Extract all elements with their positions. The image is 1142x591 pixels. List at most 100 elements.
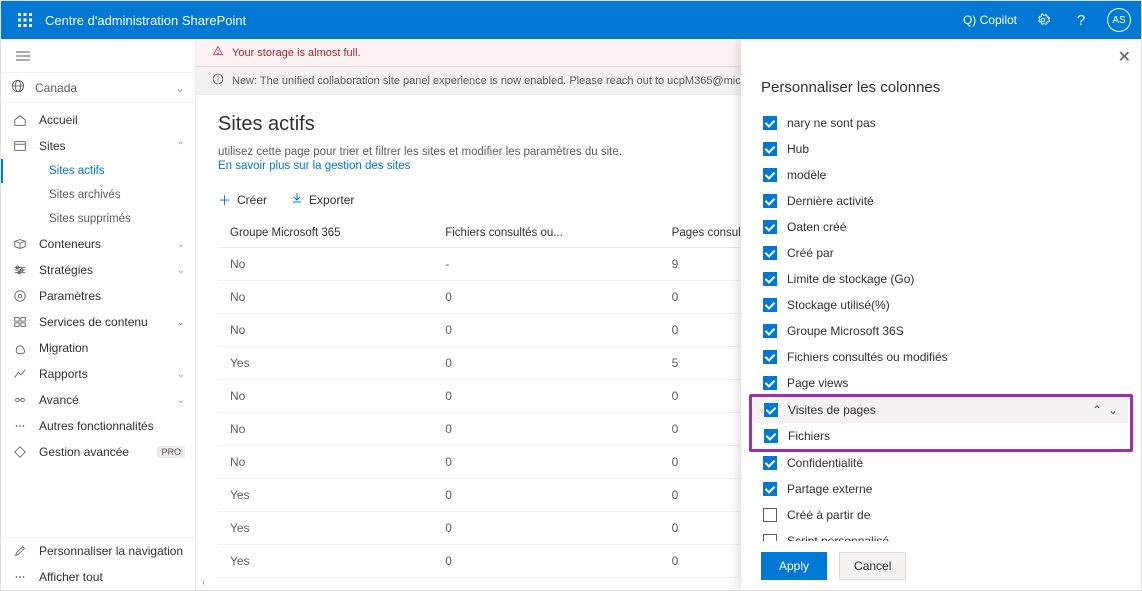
sidebar-item-avancé[interactable]: Avancé ⌄	[1, 387, 195, 413]
help-icon[interactable]: ?	[1069, 8, 1093, 32]
column-option[interactable]: Hub ⌃ ⌄	[761, 136, 1121, 162]
scroll-left-icon[interactable]: ‹	[202, 577, 205, 588]
sidebar-item-sites[interactable]: Sites ⌃	[1, 133, 195, 159]
chevron-down-icon: ⌄	[177, 395, 185, 406]
checkbox[interactable]	[763, 246, 777, 260]
checkbox[interactable]	[763, 508, 777, 522]
table-cell: -	[433, 248, 659, 281]
column-option[interactable]: modèle ⌃ ⌄	[761, 162, 1121, 188]
checkbox[interactable]	[763, 220, 777, 234]
column-label: Créé par	[787, 246, 1119, 260]
table-cell: Yes	[218, 347, 433, 380]
close-icon[interactable]: ✕	[1118, 47, 1131, 67]
checkbox[interactable]	[763, 376, 777, 390]
column-option[interactable]: nary ne sont pas ⌃ ⌄	[761, 110, 1121, 136]
sidebar-item-personnaliser-la-navigation[interactable]: Personnaliser la navigation	[1, 538, 195, 564]
sidebar-subitem-sites-supprimés[interactable]: Sites supprimés	[1, 207, 195, 231]
checkbox[interactable]	[763, 116, 777, 130]
sidebar-item-afficher-tout[interactable]: Afficher tout	[1, 564, 195, 590]
column-header[interactable]: Groupe Microsoft 365	[218, 219, 433, 248]
cancel-button[interactable]: Cancel	[839, 552, 906, 580]
checkbox[interactable]	[764, 403, 778, 417]
globe-icon	[11, 79, 25, 96]
sidebar-item-autres-fonctionnalités[interactable]: Autres fonctionnalités	[1, 413, 195, 439]
highlighted-columns-group: Visites de pages ⌃ ⌄ Fichiers ⌃ ⌄	[749, 394, 1133, 452]
column-option[interactable]: Visites de pages ⌃ ⌄	[754, 397, 1128, 423]
column-option[interactable]: Fichiers consultés ou modifiés ⌃ ⌄	[761, 344, 1121, 370]
tenant-selector[interactable]: Canada ⌄	[1, 73, 195, 103]
sidebar-item-label: Gestion avancée	[39, 445, 151, 459]
advanced-icon	[11, 393, 29, 407]
app-header: Centre d'administration SharePoint Q) Co…	[1, 1, 1141, 39]
table-cell: 0	[433, 545, 659, 578]
column-option[interactable]: Limite de stockage (Go) ⌃ ⌄	[761, 266, 1121, 292]
sidebar-subitem-sites-actifs[interactable]: Sites actifs	[1, 159, 195, 183]
column-option[interactable]: Page views ⌃ ⌄	[761, 370, 1121, 396]
sidebar-item-label: Rapports	[39, 367, 177, 381]
column-option[interactable]: Groupe Microsoft 36S ⌃ ⌄	[761, 318, 1121, 344]
checkbox[interactable]	[763, 350, 777, 364]
checkbox[interactable]	[763, 482, 777, 496]
column-label: Partage externe	[787, 482, 1119, 496]
waffle-icon[interactable]	[11, 6, 39, 34]
hamburger-icon[interactable]	[11, 44, 35, 68]
column-option[interactable]: Dernière activité ⌃ ⌄	[761, 188, 1121, 214]
column-label: Hub	[787, 142, 1119, 156]
sidebar: Canada ⌄ Accueil Sites ⌃Sites actifsSite…	[1, 39, 196, 590]
table-cell: 0	[433, 479, 659, 512]
column-option[interactable]: Script personnalisé ⌃ ⌄	[761, 528, 1121, 541]
column-option[interactable]: Fichiers ⌃ ⌄	[762, 423, 1120, 449]
export-button[interactable]: Exporter	[291, 192, 354, 207]
sidebar-subitem-sites-archivés[interactable]: Sites archivés	[1, 183, 195, 207]
checkbox[interactable]	[763, 298, 777, 312]
sidebar-item-label: Sites supprimés	[49, 213, 185, 225]
dots-icon	[11, 570, 29, 584]
sidebar-item-services-de-contenu[interactable]: Services de contenu ⌄	[1, 309, 195, 335]
create-label: Créer	[237, 193, 267, 207]
column-option[interactable]: Stockage utilisé(%) ⌃ ⌄	[761, 292, 1121, 318]
sidebar-item-migration[interactable]: Migration	[1, 335, 195, 361]
checkbox[interactable]	[763, 456, 777, 470]
column-header[interactable]: Fichiers consultés ou...	[433, 219, 659, 248]
copilot-button[interactable]: Q) Copilot	[963, 13, 1017, 27]
checkbox[interactable]	[763, 324, 777, 338]
table-cell: 0	[433, 446, 659, 479]
checkbox[interactable]	[763, 142, 777, 156]
gear-icon[interactable]	[1031, 8, 1055, 32]
table-cell: 0	[433, 413, 659, 446]
move-up-icon[interactable]: ⌃	[1092, 403, 1102, 417]
tenant-name: Canada	[35, 81, 77, 95]
column-option[interactable]: Oaten créé ⌃ ⌄	[761, 214, 1121, 240]
column-label: nary ne sont pas	[787, 116, 1119, 130]
chevron-up-icon: ⌃	[177, 141, 185, 152]
create-button[interactable]: ＋ Créer	[218, 190, 267, 209]
sidebar-item-rapports[interactable]: Rapports ⌄	[1, 361, 195, 387]
table-cell: Yes	[218, 512, 433, 545]
reorder-controls[interactable]: ⌃ ⌄	[1092, 403, 1118, 417]
sidebar-item-gestion-avancée[interactable]: Gestion avancée PRO	[1, 439, 195, 465]
sidebar-item-paramètres[interactable]: Paramètres	[1, 283, 195, 309]
checkbox[interactable]	[763, 534, 777, 541]
checkbox[interactable]	[763, 272, 777, 286]
sidebar-item-stratégies[interactable]: Stratégies ⌄	[1, 257, 195, 283]
checkbox[interactable]	[763, 194, 777, 208]
sidebar-item-accueil[interactable]: Accueil	[1, 107, 195, 133]
avatar[interactable]: AS	[1107, 8, 1131, 32]
table-cell: Yes	[218, 479, 433, 512]
download-icon	[291, 192, 303, 207]
checkbox[interactable]	[763, 168, 777, 182]
column-option[interactable]: Partage externe ⌃ ⌄	[761, 476, 1121, 502]
table-cell: No	[218, 413, 433, 446]
column-label: Stockage utilisé(%)	[787, 298, 1119, 312]
sidebar-item-conteneurs[interactable]: Conteneurs ⌄	[1, 231, 195, 257]
container-icon	[11, 237, 29, 251]
column-option[interactable]: Créé par ⌃ ⌄	[761, 240, 1121, 266]
apply-button[interactable]: Apply	[761, 552, 827, 580]
column-option[interactable]: Confidentialité ⌃ ⌄	[761, 450, 1121, 476]
move-down-icon[interactable]: ⌄	[1108, 403, 1118, 417]
chevron-down-icon: ⌄	[177, 265, 185, 276]
pro-badge: PRO	[157, 446, 185, 458]
table-cell: No	[218, 380, 433, 413]
column-option[interactable]: Créé à partir de ⌃ ⌄	[761, 502, 1121, 528]
checkbox[interactable]	[764, 429, 778, 443]
